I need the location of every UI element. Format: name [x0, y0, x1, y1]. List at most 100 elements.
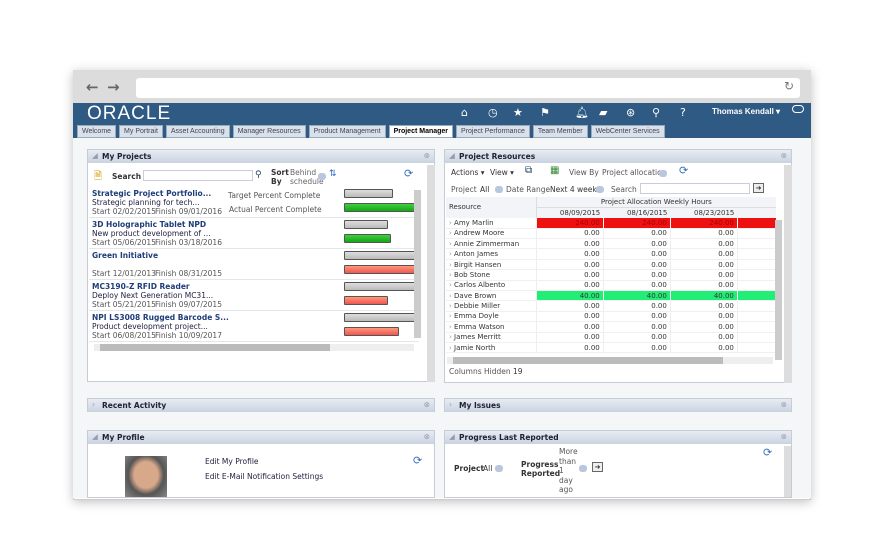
dropdown-icon[interactable] [659, 170, 667, 177]
resource-row[interactable]: › Andrew Moore 0.00 0.00 0.00 [446, 228, 776, 239]
tab-asset-accounting[interactable]: Asset Accounting [165, 125, 230, 138]
resource-row[interactable]: › Dave Brown 40.00 40.00 40.00 [446, 290, 776, 301]
forward-icon[interactable]: → [107, 78, 120, 96]
collapse-icon[interactable]: ◢ [449, 151, 455, 160]
close-icon[interactable]: ⊗ [781, 400, 787, 409]
flag-icon[interactable]: ⚑ [540, 106, 550, 119]
sort-dropdown-icon[interactable] [318, 173, 326, 180]
reload-icon[interactable]: ↻ [784, 79, 794, 93]
progress-reported-select[interactable]: More than 1 day ago [559, 447, 579, 495]
project-name-link[interactable]: NPI LS3008 Rugged Barcode S... [92, 313, 229, 322]
close-icon[interactable]: ⊗ [424, 151, 430, 160]
hours-cell: 0.00 [603, 311, 671, 322]
edit-email-link[interactable]: Edit E-Mail Notification Settings [205, 472, 323, 481]
hours-cell: 0.00 [670, 248, 738, 260]
clock-icon[interactable]: ◷ [488, 106, 498, 119]
resource-row[interactable]: › Jamie North 0.00 0.00 0.00 [446, 342, 776, 353]
tab-product-management[interactable]: Product Management [308, 125, 386, 138]
accessibility-icon[interactable]: ⊛ [626, 106, 635, 119]
resource-row[interactable]: › Carlos Albento 0.00 0.00 0.00 [446, 280, 776, 291]
logout-icon[interactable] [792, 105, 804, 113]
resource-row[interactable]: › Anton James 0.00 0.00 0.00 [446, 248, 776, 260]
dropdown-icon[interactable] [495, 186, 503, 193]
hours-cell: 0.00 [670, 300, 738, 312]
hours-cell: 0.00 [603, 332, 671, 343]
tab-webcenter-services[interactable]: WebCenter Services [590, 125, 665, 138]
project-name-link[interactable]: Strategic Project Portfolio... [92, 189, 211, 198]
recent-activity-panel: › Recent Activity ⊗ [87, 398, 435, 412]
horizontal-scrollbar[interactable] [447, 357, 773, 364]
resource-row[interactable]: › Bob Stone 0.00 0.00 0.00 [446, 269, 776, 281]
refresh-icon[interactable]: ⟳ [679, 164, 688, 177]
star-icon[interactable]: ★ [513, 106, 523, 119]
panel-scrollbar[interactable] [784, 165, 792, 383]
dropdown-icon[interactable] [495, 465, 503, 472]
resource-header[interactable]: Resource [446, 197, 537, 218]
vertical-scrollbar[interactable] [775, 220, 782, 360]
project-name-link[interactable]: Green Initiative [92, 251, 158, 260]
export-icon[interactable]: ⧉ [525, 165, 532, 176]
sort-order-icon[interactable]: ⇅ [329, 169, 337, 179]
panel-scrollbar[interactable] [427, 165, 435, 382]
expand-icon[interactable]: › [92, 400, 95, 409]
resource-row[interactable]: › Emma Doyle 0.00 0.00 0.00 [446, 311, 776, 322]
search-icon[interactable]: ⚲ [255, 170, 262, 180]
refresh-icon[interactable]: ⟳ [413, 454, 422, 467]
collapse-icon[interactable]: ◢ [92, 432, 98, 441]
tab-my-portrait[interactable]: My Portrait [119, 125, 163, 138]
address-bar[interactable] [136, 78, 800, 98]
edit-profile-link[interactable]: Edit My Profile [205, 457, 259, 466]
project-row: Green Initiative Start 12/01/2013 Finish… [89, 249, 419, 280]
collapse-icon[interactable]: ◢ [449, 432, 455, 441]
close-icon[interactable]: ⊗ [781, 151, 787, 160]
refresh-icon[interactable]: ⟳ [763, 446, 772, 459]
resource-row[interactable]: › James Merritt 0.00 0.00 0.00 [446, 332, 776, 343]
help-icon[interactable]: ? [680, 106, 686, 119]
search-input[interactable] [640, 183, 750, 194]
tab-project-performance[interactable]: Project Performance [456, 125, 530, 138]
back-icon[interactable]: ← [86, 78, 99, 96]
project-name-link[interactable]: MC3190-Z RFID Reader [92, 282, 190, 291]
resource-row[interactable]: › Debbie Miller 0.00 0.00 0.00 [446, 300, 776, 312]
dropdown-icon[interactable] [596, 186, 604, 193]
close-icon[interactable]: ⊗ [424, 432, 430, 441]
spreadsheet-icon[interactable]: ▦ [550, 165, 559, 176]
date-column-header[interactable]: 08/16/2015 [603, 207, 671, 218]
tab-team-member[interactable]: Team Member [532, 125, 588, 138]
refresh-icon[interactable]: ⟳ [404, 167, 413, 180]
project-select[interactable]: All [483, 464, 492, 473]
search-icon[interactable]: ⚲ [652, 106, 660, 119]
bell-icon[interactable]: 🔔︎ [575, 106, 589, 119]
resource-row[interactable]: › Emma Watson 0.00 0.00 0.00 [446, 321, 776, 333]
dropdown-icon[interactable] [579, 465, 587, 472]
resource-row[interactable]: › Annie Zimmerman 0.00 0.00 0.00 [446, 238, 776, 249]
resource-row[interactable]: › Birgit Hansen 0.00 0.00 0.00 [446, 259, 776, 270]
view-by-select[interactable]: Project allocation [602, 168, 666, 177]
view-menu[interactable]: View ▾ [490, 168, 514, 177]
resource-row[interactable]: › Amy Marlin 240.00 240.00 240.00 [446, 217, 776, 229]
panel-scrollbar[interactable] [784, 446, 791, 497]
new-project-icon[interactable]: 🗎︎ [94, 169, 102, 186]
close-icon[interactable]: ⊗ [424, 400, 430, 409]
go-button[interactable]: ➜ [592, 462, 603, 472]
close-icon[interactable]: ⊗ [781, 432, 787, 441]
search-input[interactable] [143, 170, 253, 181]
tab-welcome[interactable]: Welcome [77, 125, 117, 138]
chat-icon[interactable]: ▰ [599, 106, 607, 119]
collapse-icon[interactable]: ◢ [92, 151, 98, 160]
vertical-scrollbar[interactable] [414, 190, 421, 338]
project-select[interactable]: All [480, 185, 489, 194]
project-description: Deploy Next Generation MC31... [92, 291, 214, 300]
date-column-header[interactable]: 08/09/2015 [536, 207, 604, 218]
home-icon[interactable]: ⌂ [461, 106, 468, 119]
go-button[interactable]: ➜ [753, 183, 764, 193]
tab-manager-resources[interactable]: Manager Resources [232, 125, 306, 138]
date-column-header[interactable]: 08/23/2015 [670, 207, 738, 218]
date-range-select[interactable]: Next 4 weeks [550, 185, 601, 194]
actions-menu[interactable]: Actions ▾ [451, 168, 485, 177]
user-menu[interactable]: Thomas Kendall ▾ [712, 107, 780, 116]
project-name-link[interactable]: 3D Holographic Tablet NPD [92, 220, 206, 229]
horizontal-scrollbar[interactable] [94, 344, 414, 351]
expand-icon[interactable]: › [449, 400, 452, 409]
tab-project-manager[interactable]: Project Manager [388, 125, 454, 138]
